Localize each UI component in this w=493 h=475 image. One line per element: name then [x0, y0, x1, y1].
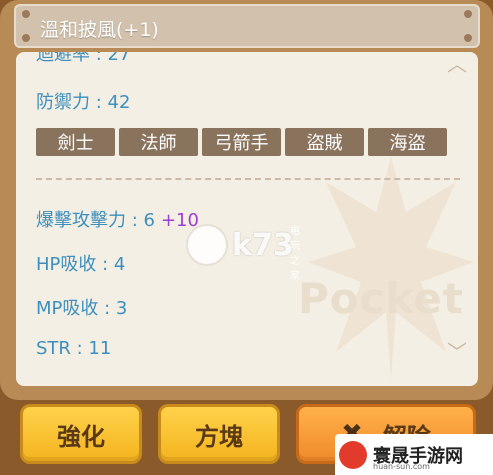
site-url: huan-sun.com [373, 462, 430, 471]
job-tag-thief: 盜賊 [285, 128, 364, 156]
stat-mp-absorb: MP吸收 : 3 [36, 294, 127, 320]
k73-subtitle: 电玩之家 [290, 226, 300, 282]
stat-defense: 防禦力 : 42 [36, 92, 131, 113]
cube-label: 方塊 [195, 422, 243, 451]
pocket-watermark: Pocket [298, 274, 464, 323]
job-tag-warrior: 劍士 [36, 128, 115, 156]
scroll-up-icon[interactable]: ︿ [446, 54, 468, 74]
rivet-icon [464, 34, 472, 42]
k73-watermark: k73 电玩之家 [186, 224, 300, 282]
site-logo-icon [339, 440, 367, 469]
item-window: 溫和披風(+1) Pocket 迴避率 : 27 ︿ 防禦力 : 42 劍士 法… [0, 0, 493, 400]
stat-label: HP吸收 : 4 [36, 254, 126, 275]
stat-hp-absorb: HP吸收 : 4 [36, 250, 125, 276]
job-tag-pirate: 海盜 [368, 128, 447, 156]
strengthen-button[interactable]: 強化 [20, 404, 142, 464]
scroll-down-icon[interactable]: ﹀ [446, 342, 468, 362]
stat-label: STR : 11 [36, 338, 112, 359]
stat-label: 爆擊攻擊力 : 6 [36, 210, 155, 231]
rivet-icon [22, 34, 30, 42]
rivet-icon [464, 10, 472, 18]
divider [36, 178, 460, 180]
site-watermark: 寰晟手游网 huan-sun.com [335, 434, 493, 475]
rivet-icon [22, 10, 30, 18]
item-details-panel[interactable]: Pocket 迴避率 : 27 ︿ 防禦力 : 42 劍士 法師 弓箭手 盜賊 … [16, 52, 478, 386]
job-tag-magician: 法師 [119, 128, 198, 156]
job-tags: 劍士 法師 弓箭手 盜賊 海盜 [36, 128, 447, 156]
stat-avoidability-partial: 迴避率 : 27 [36, 52, 131, 65]
job-tag-bowman: 弓箭手 [202, 128, 281, 156]
title-bar: 溫和披風(+1) [14, 4, 480, 48]
stat-label: MP吸收 : 3 [36, 298, 128, 319]
strengthen-label: 強化 [57, 422, 105, 451]
gamepad-icon [186, 224, 228, 266]
k73-brand: k73 [232, 227, 294, 263]
cube-button[interactable]: 方塊 [158, 404, 280, 464]
item-title: 溫和披風(+1) [40, 19, 159, 41]
stat-crit-damage: 爆擊攻擊力 : 6 +10 [36, 206, 199, 232]
stat-str: STR : 11 [36, 338, 111, 359]
